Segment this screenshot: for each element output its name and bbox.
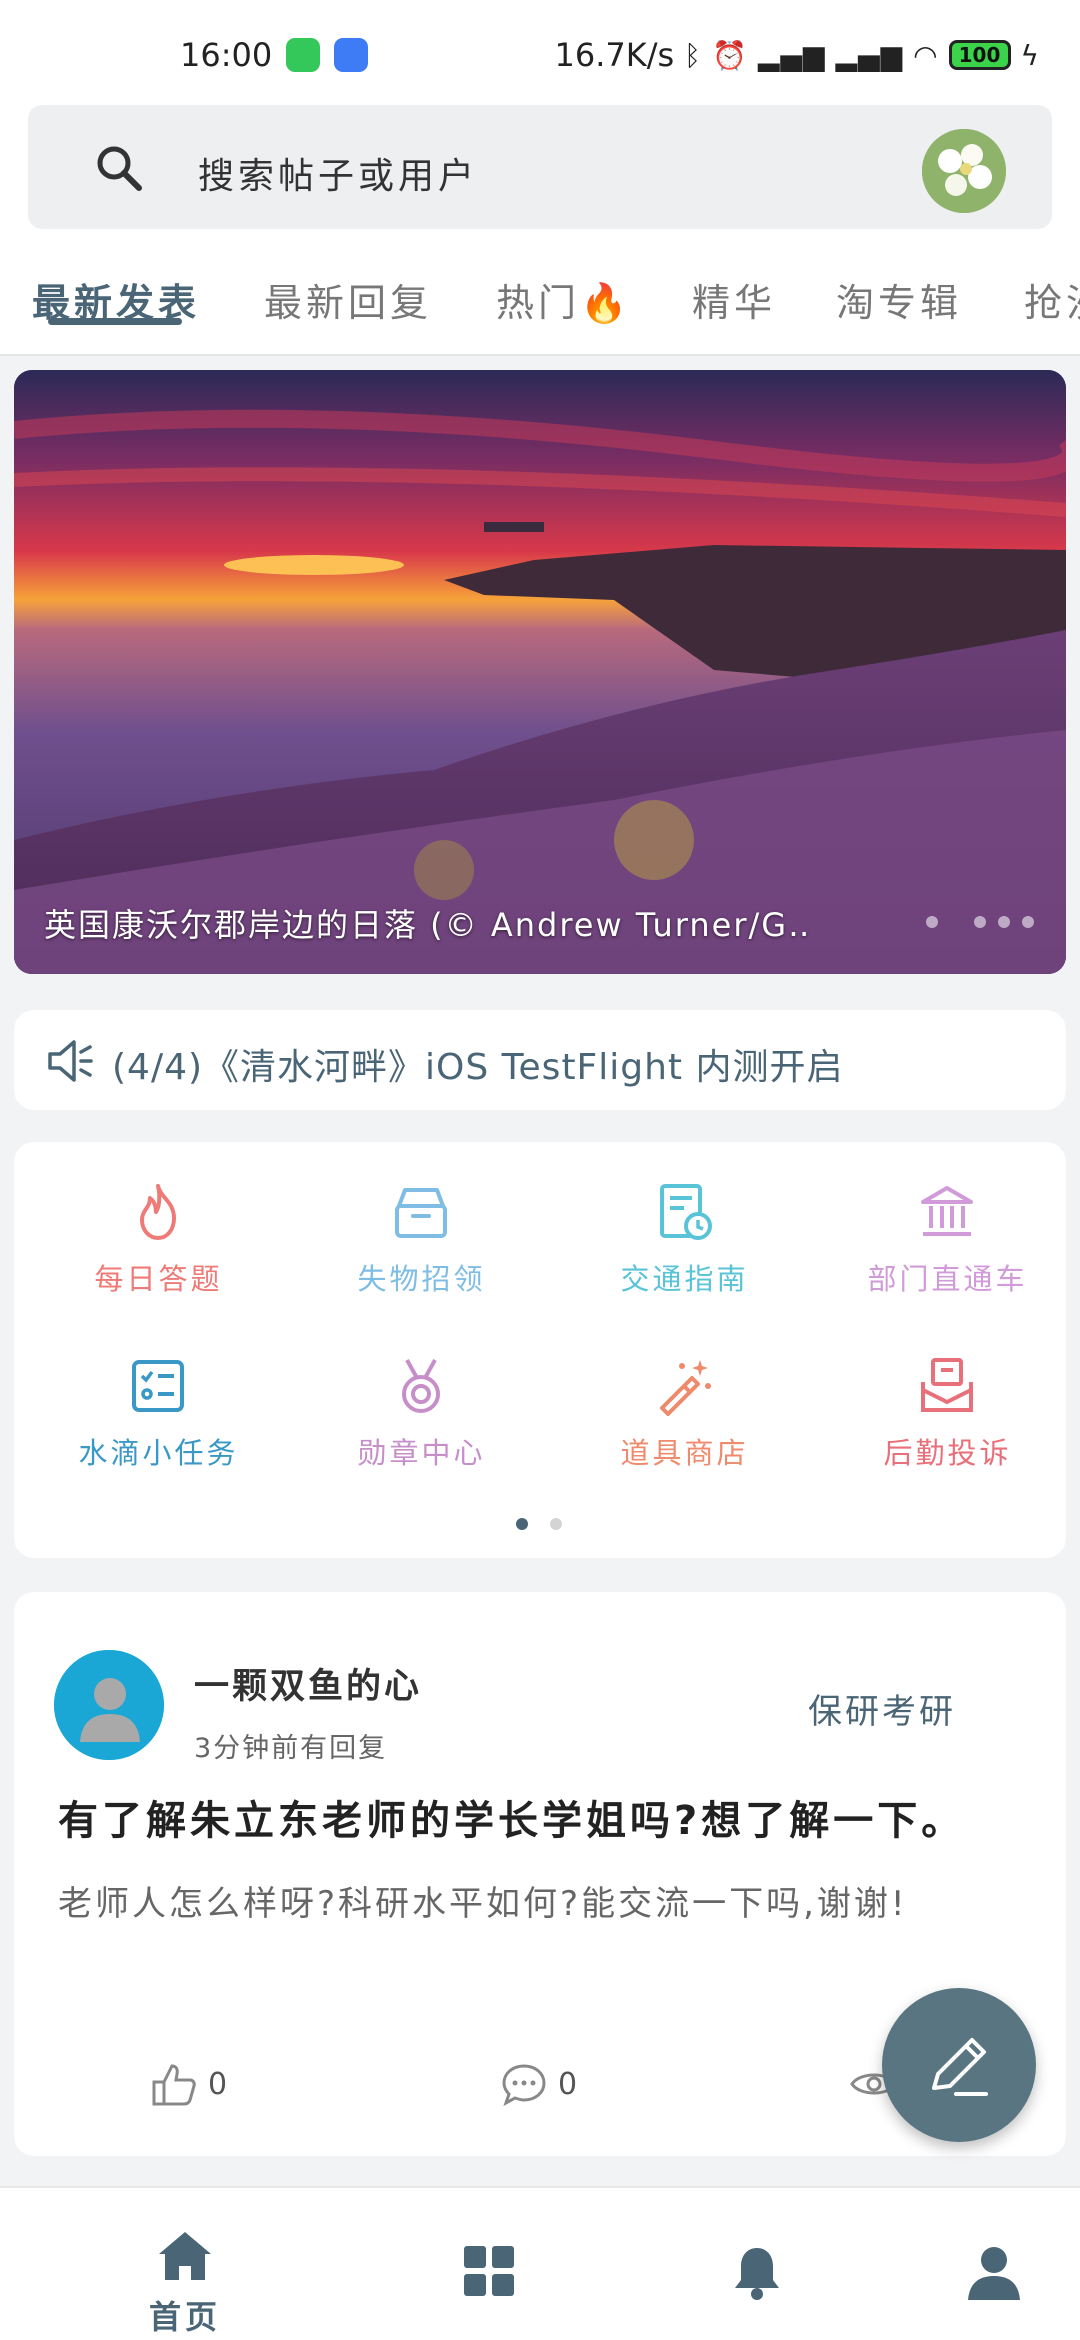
post-body[interactable]: 老师人怎么样呀?科研水平如何?能交流一下吗,谢谢! — [58, 1878, 1018, 1930]
nav-categories[interactable] — [355, 2208, 625, 2338]
grid-item-label: 勋章中心 — [357, 1436, 486, 1470]
wifi-icon: ◠ — [913, 38, 939, 72]
banner-caption: 英国康沃尔郡岸边的日落 (© Andrew Turner/G‥ — [44, 906, 812, 944]
comment-count: 0 — [558, 2066, 578, 2102]
like-count: 0 — [208, 2066, 228, 2102]
tab-featured[interactable]: 精华 — [692, 272, 776, 327]
mailbox-icon — [921, 1358, 973, 1412]
search-placeholder: 搜索帖子或用户 — [198, 156, 479, 197]
tab-collections[interactable]: 淘专辑 — [836, 272, 962, 327]
search-bar[interactable]: 搜索帖子或用户 — [28, 105, 1052, 229]
grid-item-label: 失物招领 — [357, 1262, 486, 1296]
network-speed: 16.7K/s — [554, 36, 675, 74]
post-title[interactable]: 有了解朱立东老师的学长学姐吗?想了解一下。 — [58, 1788, 1038, 1846]
grid-item-department[interactable]: 部门直通车 — [816, 1152, 1079, 1322]
post-author-name[interactable]: 一颗双鱼的心 — [194, 1658, 422, 1709]
status-bar: 16:00 16.7K/s ᛒ ⏰ ▂▄▆ ▂▄▆ ◠ 100 ϟ — [0, 0, 1080, 110]
grid-pagination — [516, 1518, 562, 1530]
grid-item-tasks[interactable]: 水滴小任务 — [27, 1326, 290, 1496]
grid-item-label: 部门直通车 — [867, 1262, 1028, 1296]
box-icon — [395, 1188, 447, 1238]
banner-dot — [1022, 916, 1034, 928]
status-right: 16.7K/s ᛒ ⏰ ▂▄▆ ▂▄▆ ◠ 100 ϟ — [554, 36, 1040, 74]
banner-image — [14, 370, 1066, 974]
grid-item-lost-found[interactable]: 失物招领 — [290, 1152, 553, 1322]
header-divider — [0, 354, 1080, 356]
grid-dot — [550, 1518, 562, 1530]
grid-dot-active — [516, 1518, 528, 1530]
banner-carousel[interactable]: 英国康沃尔郡岸边的日落 (© Andrew Turner/G‥ — [14, 370, 1066, 974]
category-tabs: 最新发表 最新回复 热门🔥 精华 淘专辑 抢沙 — [0, 250, 1080, 355]
nav-home[interactable]: 首页 — [50, 2208, 320, 2338]
charging-icon: ϟ — [1020, 38, 1040, 72]
bluetooth-icon: ᛒ — [684, 38, 702, 72]
bank-icon — [921, 1186, 973, 1236]
nav-home-label: 首页 — [148, 2298, 221, 2336]
header: 搜索帖子或用户 最新发表 最新回复 热门🔥 精华 淘专辑 抢沙 — [0, 100, 1080, 356]
post-author-avatar[interactable] — [54, 1650, 164, 1760]
quick-access-grid: 每日答题 失物招领 交通指南 部门直通车 水滴小任务 勋章中心 道具商店 后勤投… — [14, 1142, 1066, 1558]
tab-more[interactable]: 抢沙 — [1024, 272, 1080, 327]
android-notification-icon — [334, 38, 369, 72]
tab-latest-replies[interactable]: 最新回复 — [264, 272, 432, 327]
home-icon — [159, 2232, 211, 2280]
banner-dot — [998, 916, 1010, 928]
checklist-icon — [132, 1360, 184, 1412]
grid-item-label: 道具商店 — [620, 1436, 749, 1470]
search-icon — [97, 146, 142, 191]
signal-icon: ▂▄▆ — [757, 38, 826, 72]
magic-wand-icon — [660, 1360, 711, 1416]
grid-item-medals[interactable]: 勋章中心 — [290, 1326, 553, 1496]
status-time: 16:00 — [180, 36, 273, 74]
grid-item-shop[interactable]: 道具商店 — [553, 1326, 816, 1496]
tab-indicator — [48, 318, 182, 325]
grid-item-label: 水滴小任务 — [78, 1436, 239, 1470]
comment-icon — [502, 2064, 546, 2107]
like-button[interactable]: 0 — [150, 2060, 227, 2108]
grid-item-label: 后勤投诉 — [883, 1436, 1012, 1470]
grid-item-complaints[interactable]: 后勤投诉 — [816, 1326, 1079, 1496]
wechat-notification-icon — [286, 38, 321, 72]
announcement-bar[interactable]: (4/4)《清水河畔》iOS TestFlight 内测开启 — [14, 1010, 1066, 1110]
post-tag[interactable]: 保研考研 — [808, 1684, 956, 1733]
fire-icon — [140, 1184, 176, 1240]
banner-dot — [926, 916, 938, 928]
nav-notifications[interactable] — [622, 2208, 892, 2338]
thumbs-up-icon — [152, 2064, 196, 2106]
new-post-button[interactable] — [882, 1988, 1036, 2142]
grid-item-transport[interactable]: 交通指南 — [553, 1152, 816, 1322]
banner-pagination — [926, 916, 1034, 928]
tab-hot[interactable]: 热门🔥 — [496, 272, 631, 327]
status-left: 16:00 — [180, 36, 369, 74]
post-time: 3分钟前有回复 — [194, 1733, 388, 1764]
banner-dot — [974, 916, 986, 928]
grid-item-daily-quiz[interactable]: 每日答题 — [27, 1152, 290, 1322]
grid-item-label: 每日答题 — [94, 1262, 223, 1296]
comment-button[interactable]: 0 — [500, 2060, 577, 2108]
grid-icon — [464, 2246, 514, 2296]
bell-icon — [735, 2248, 779, 2300]
grid-item-label: 交通指南 — [620, 1262, 749, 1296]
pen-icon — [932, 2038, 988, 2096]
bottom-navigation: 首页 — [0, 2186, 1080, 2340]
battery-icon: 100 — [948, 40, 1011, 70]
signal-icon-2: ▂▄▆ — [835, 38, 904, 72]
user-icon — [968, 2247, 1020, 2300]
user-avatar[interactable] — [922, 129, 1006, 213]
nav-profile[interactable] — [859, 2208, 1080, 2338]
announcement-text: (4/4)《清水河畔》iOS TestFlight 内测开启 — [112, 1047, 844, 1088]
medal-icon — [402, 1359, 440, 1413]
speaker-icon — [48, 1040, 93, 1082]
alarm-icon: ⏰ — [711, 38, 748, 72]
schedule-icon — [660, 1184, 712, 1240]
